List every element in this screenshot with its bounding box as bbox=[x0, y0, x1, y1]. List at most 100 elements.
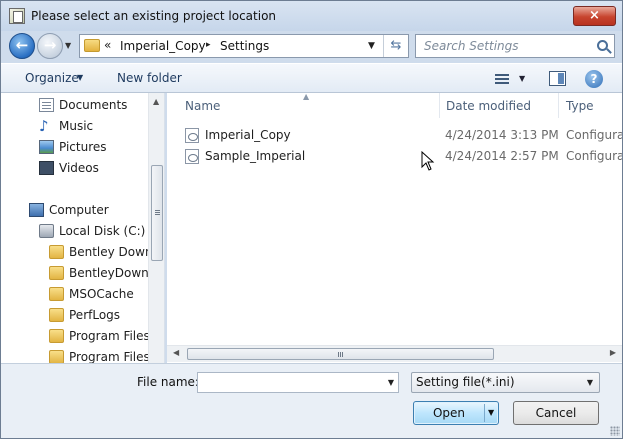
close-button[interactable]: × bbox=[573, 6, 616, 26]
search-box[interactable]: Search Settings bbox=[415, 34, 615, 58]
search-icon[interactable] bbox=[597, 40, 608, 51]
refresh-icon: ⇆ bbox=[390, 38, 402, 53]
back-button[interactable]: ← bbox=[9, 33, 35, 59]
open-options-dropdown[interactable]: ▼ bbox=[488, 408, 494, 417]
nav-item-label: Local Disk (C:) bbox=[59, 224, 146, 238]
nav-item-folder[interactable]: Program Files ( bbox=[1, 347, 149, 363]
dialog-footer: File name: ▼ Setting file(*.ini) ▼ Open … bbox=[1, 363, 622, 438]
folder-icon bbox=[49, 266, 64, 280]
preview-pane-icon[interactable] bbox=[549, 71, 566, 86]
arrow-left-icon: ← bbox=[15, 36, 29, 54]
open-button[interactable]: Open ▼ bbox=[413, 401, 499, 425]
nav-item-label: BentleyDownlo bbox=[69, 266, 149, 280]
nav-item-label: Videos bbox=[59, 161, 99, 175]
nav-item-videos[interactable]: Videos bbox=[1, 158, 149, 179]
scrollbar-thumb[interactable] bbox=[187, 348, 494, 360]
settings-file-icon bbox=[185, 149, 199, 164]
folder-icon bbox=[49, 350, 64, 363]
breadcrumb-overflow[interactable]: « bbox=[104, 38, 111, 52]
column-header-name[interactable]: ▲ Name bbox=[167, 93, 439, 118]
folder-icon bbox=[49, 308, 64, 322]
search-input[interactable]: Search Settings bbox=[424, 39, 519, 53]
nav-item-folder[interactable]: PerfLogs bbox=[1, 305, 149, 326]
column-header-label: Name bbox=[185, 99, 221, 113]
file-row[interactable]: Sample_Imperial 4/24/2014 2:57 PM Config… bbox=[167, 146, 622, 167]
nav-item-label: PerfLogs bbox=[69, 308, 121, 322]
file-name-label: File name: bbox=[137, 375, 199, 389]
new-folder-button[interactable]: New folder bbox=[117, 71, 182, 85]
chevron-down-icon[interactable]: ▼ bbox=[388, 378, 394, 387]
grip-icon bbox=[338, 352, 339, 357]
organize-menu[interactable]: Organize bbox=[25, 71, 79, 85]
nav-item-label: Music bbox=[59, 119, 94, 133]
nav-pane-scrollbar[interactable]: ▲ bbox=[148, 93, 164, 363]
cancel-button[interactable]: Cancel bbox=[513, 401, 599, 425]
nav-item-label: Computer bbox=[49, 203, 109, 217]
pictures-icon bbox=[39, 140, 54, 154]
nav-item-computer[interactable]: Computer bbox=[1, 200, 149, 221]
scroll-left-icon[interactable]: ◀ bbox=[173, 348, 179, 357]
nav-item-folder[interactable]: Program Files bbox=[1, 326, 149, 347]
refresh-button[interactable]: ⇆ bbox=[383, 35, 408, 57]
navigation-pane[interactable]: Documents ♪ Music Pictures Videos Comput… bbox=[1, 93, 165, 363]
nav-item-folder[interactable]: Bentley Downlo bbox=[1, 242, 149, 263]
column-header-date[interactable]: Date modified bbox=[440, 93, 558, 118]
address-bar[interactable]: « Imperial_Copy ▸ Settings ▼ ⇆ bbox=[79, 34, 409, 58]
column-header-label: Date modified bbox=[446, 99, 532, 113]
scrollbar-thumb[interactable] bbox=[151, 165, 163, 261]
open-button-label: Open bbox=[432, 406, 466, 420]
nav-item-music[interactable]: ♪ Music bbox=[1, 116, 149, 137]
nav-item-label: Documents bbox=[59, 98, 128, 112]
forward-button[interactable]: → bbox=[37, 33, 63, 59]
music-icon: ♪ bbox=[39, 117, 49, 135]
breadcrumb-settings[interactable]: Settings bbox=[220, 39, 269, 53]
help-icon[interactable]: ? bbox=[585, 70, 603, 88]
file-name-field[interactable]: ▼ bbox=[197, 372, 399, 393]
scroll-right-icon[interactable]: ▶ bbox=[610, 348, 616, 357]
file-open-dialog: Please select an existing project locati… bbox=[0, 0, 623, 439]
chevron-down-icon[interactable]: ▼ bbox=[587, 378, 593, 387]
file-date: 4/24/2014 2:57 PM bbox=[445, 149, 559, 163]
nav-item-label: Program Files bbox=[69, 329, 149, 343]
breadcrumb-separator[interactable]: ▸ bbox=[206, 40, 211, 50]
file-type-filter[interactable]: Setting file(*.ini) ▼ bbox=[411, 372, 600, 393]
app-icon bbox=[9, 8, 25, 24]
nav-item-label: MSOCache bbox=[69, 287, 134, 301]
videos-icon bbox=[39, 161, 54, 175]
folder-icon bbox=[49, 287, 64, 301]
disk-icon bbox=[39, 224, 54, 238]
breadcrumb-imperial-copy[interactable]: Imperial_Copy bbox=[120, 39, 206, 53]
nav-item-folder[interactable]: BentleyDownlo bbox=[1, 263, 149, 284]
file-type: Configura bbox=[566, 128, 622, 142]
window-title: Please select an existing project locati… bbox=[31, 9, 277, 23]
file-date: 4/24/2014 3:13 PM bbox=[445, 128, 559, 142]
scroll-up-icon[interactable]: ▲ bbox=[153, 97, 159, 106]
nav-item-folder[interactable]: MSOCache bbox=[1, 284, 149, 305]
resize-grip-icon[interactable] bbox=[610, 426, 620, 436]
views-icon[interactable] bbox=[495, 72, 511, 86]
title-bar: Please select an existing project locati… bbox=[1, 1, 622, 31]
chevron-down-icon[interactable]: ▼ bbox=[77, 73, 83, 82]
views-dropdown[interactable]: ▼ bbox=[519, 74, 525, 83]
recent-locations-dropdown[interactable]: ▼ bbox=[65, 41, 71, 50]
folder-icon bbox=[49, 329, 64, 343]
address-dropdown[interactable]: ▼ bbox=[368, 41, 375, 51]
nav-item-documents[interactable]: Documents bbox=[1, 95, 149, 116]
file-type-filter-value: Setting file(*.ini) bbox=[416, 375, 515, 389]
nav-item-pictures[interactable]: Pictures bbox=[1, 137, 149, 158]
nav-item-label: Bentley Downlo bbox=[69, 245, 149, 259]
file-name: Sample_Imperial bbox=[205, 149, 306, 163]
nav-item-label: Program Files ( bbox=[69, 350, 149, 363]
nav-item-local-disk[interactable]: Local Disk (C:) bbox=[1, 221, 149, 242]
settings-file-icon bbox=[185, 128, 199, 143]
horizontal-scrollbar[interactable]: ◀ ▶ bbox=[167, 345, 622, 362]
navigation-row: ← → ▼ « Imperial_Copy ▸ Settings ▼ ⇆ Sea… bbox=[1, 31, 622, 61]
file-row[interactable]: Imperial_Copy 4/24/2014 3:13 PM Configur… bbox=[167, 125, 622, 146]
column-header-type[interactable]: Type bbox=[559, 93, 622, 118]
file-list[interactable]: ▲ Name Date modified Type Imperial_Copy … bbox=[167, 93, 622, 363]
file-type: Configura bbox=[566, 149, 622, 163]
folder-icon bbox=[84, 39, 100, 52]
split-divider bbox=[484, 404, 485, 422]
column-header-label: Type bbox=[566, 99, 594, 113]
command-toolbar: Organize ▼ New folder ▼ ? bbox=[1, 63, 622, 93]
